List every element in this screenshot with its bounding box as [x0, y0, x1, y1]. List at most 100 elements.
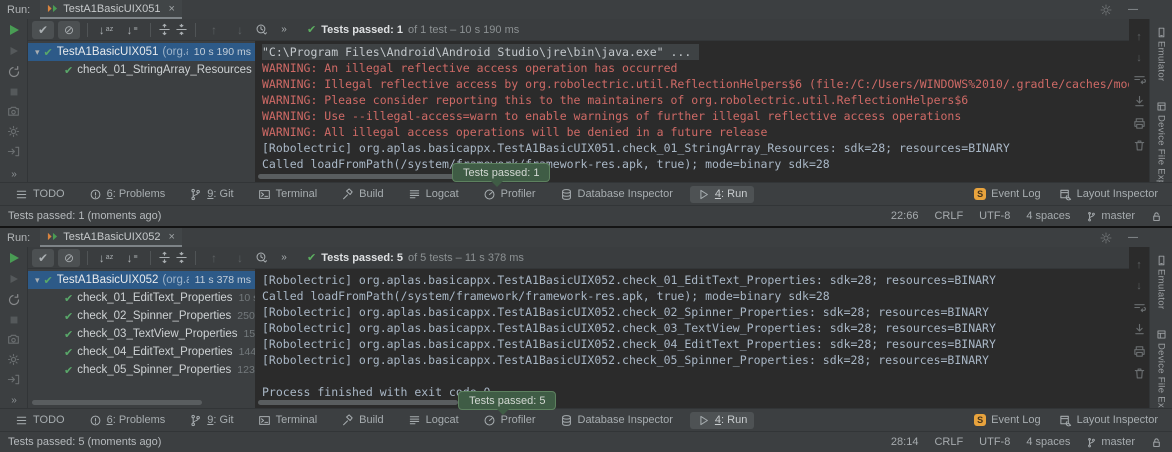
toolwindow-button-database-inspector[interactable]: Database Inspector [553, 186, 680, 203]
run-tab[interactable]: TestA1BasicUIX051 × [40, 0, 182, 19]
more-icon[interactable]: » [11, 395, 16, 406]
sort-by-duration-icon[interactable]: ↓≡ [121, 249, 143, 267]
more-toolbar-icon[interactable]: » [273, 249, 295, 267]
toolwindow-button-problems[interactable]: 6: Problems [82, 412, 173, 429]
show-ignored-icon[interactable]: ⊘ [58, 21, 80, 39]
hide-icon[interactable]: — [1128, 232, 1138, 243]
next-failed-icon[interactable]: ↓ [229, 21, 251, 39]
test-tree-root[interactable]: ▾ ✔ TestA1BasicUIX052 (org.aplas.basica … [28, 271, 255, 289]
toolwindow-button-terminal[interactable]: Terminal [251, 412, 325, 429]
test-tree-item[interactable]: ✔ check_03_TextView_Properties 150 ms [28, 325, 255, 343]
rerun-failed-tests-icon[interactable] [7, 272, 21, 286]
toolwindow-button-profiler[interactable]: Profiler [476, 412, 543, 429]
encoding[interactable]: UTF-8 [979, 436, 1010, 448]
clear-console-icon[interactable] [1133, 139, 1146, 152]
layout-inspector-button[interactable]: Layout Inspector [1059, 412, 1158, 429]
show-passed-icon[interactable]: ✔ [32, 21, 54, 39]
sort-by-duration-icon[interactable]: ↓≡ [121, 21, 143, 39]
console-output[interactable]: [Robolectric] org.aplas.basicappx.TestA1… [256, 269, 1129, 398]
scroll-up-icon[interactable]: ↑ [1136, 31, 1142, 43]
line-ending[interactable]: CRLF [934, 210, 963, 222]
toolwindow-button-database-inspector[interactable]: Database Inspector [553, 412, 680, 429]
toolwindow-button-run[interactable]: 4: Run [690, 412, 754, 429]
git-branch[interactable]: master [1086, 210, 1135, 222]
toolwindow-button-logcat[interactable]: Logcat [401, 186, 466, 203]
test-tree-item[interactable]: ✔ check_04_EditText_Properties 144 ms [28, 343, 255, 361]
console-hscrollbar[interactable] [258, 400, 458, 405]
encoding[interactable]: UTF-8 [979, 210, 1010, 222]
toolwindow-button-problems[interactable]: 6: Problems [82, 186, 173, 203]
toolwindow-button-git[interactable]: 9: Git [182, 412, 240, 429]
rerun-icon[interactable] [7, 251, 21, 265]
close-icon[interactable]: × [168, 231, 174, 243]
layout-inspector-button[interactable]: Layout Inspector [1059, 186, 1158, 203]
toggle-auto-test-icon[interactable] [7, 293, 21, 307]
toolwindow-button-run[interactable]: 4: Run [690, 186, 754, 203]
test-tree-root[interactable]: ▾ ✔ TestA1BasicUIX051 (org.aplas.basica … [28, 43, 255, 61]
more-icon[interactable]: » [11, 169, 16, 180]
run-tab[interactable]: TestA1BasicUIX052 × [40, 228, 182, 247]
more-toolbar-icon[interactable]: » [273, 21, 295, 39]
stripe-emulator[interactable]: Emulator [1156, 255, 1167, 309]
test-history-icon[interactable] [255, 251, 269, 265]
show-ignored-icon[interactable]: ⊘ [58, 249, 80, 267]
previous-failed-icon[interactable]: ↑ [203, 249, 225, 267]
lock-icon[interactable] [1151, 437, 1162, 448]
caret-position[interactable]: 28:14 [891, 436, 919, 448]
close-icon[interactable]: × [168, 3, 174, 15]
collapse-all-icon[interactable] [175, 251, 188, 264]
gear-icon[interactable] [1100, 4, 1112, 16]
chevron-down-icon[interactable]: ▾ [35, 47, 40, 58]
test-settings-icon[interactable] [7, 353, 20, 366]
expand-all-icon[interactable] [158, 23, 171, 36]
test-tree-item[interactable]: ✔ check_02_Spinner_Properties 250 ms [28, 307, 255, 325]
scroll-down-icon[interactable]: ↓ [1136, 52, 1142, 64]
print-icon[interactable] [1133, 117, 1146, 130]
rerun-icon[interactable] [7, 23, 21, 37]
collapse-all-icon[interactable] [175, 23, 188, 36]
clear-console-icon[interactable] [1133, 367, 1146, 380]
lock-icon[interactable] [1151, 211, 1162, 222]
toolwindow-button-git[interactable]: 9: Git [182, 186, 240, 203]
test-tree-item[interactable]: ✔ check_05_Spinner_Properties 123 ms [28, 361, 255, 379]
gear-icon[interactable] [1100, 232, 1112, 244]
test-tree-item[interactable]: ✔ check_01_StringArray_Resources 10 s 19… [28, 61, 255, 79]
console-output[interactable]: "C:\Program Files\Android\Android Studio… [256, 41, 1129, 172]
thread-dump-icon[interactable] [7, 105, 20, 118]
print-icon[interactable] [1133, 345, 1146, 358]
scroll-to-end-icon[interactable] [1133, 95, 1146, 108]
console-hscrollbar[interactable] [258, 174, 458, 179]
test-tree-item[interactable]: ✔ check_01_EditText_Properties 10 s 711 … [28, 289, 255, 307]
stripe-emulator[interactable]: Emulator [1156, 27, 1167, 81]
stop-icon[interactable] [8, 86, 20, 98]
toolwindow-button-logcat[interactable]: Logcat [401, 412, 466, 429]
indent-setting[interactable]: 4 spaces [1026, 210, 1070, 222]
next-failed-icon[interactable]: ↓ [229, 249, 251, 267]
stop-icon[interactable] [8, 314, 20, 326]
scroll-to-end-icon[interactable] [1133, 323, 1146, 336]
event-log-button[interactable]: S Event Log [974, 186, 1041, 202]
scroll-up-icon[interactable]: ↑ [1136, 259, 1142, 271]
show-passed-icon[interactable]: ✔ [32, 249, 54, 267]
event-log-button[interactable]: S Event Log [974, 412, 1041, 428]
rerun-failed-tests-icon[interactable] [7, 44, 21, 58]
test-history-icon[interactable] [255, 23, 269, 37]
git-branch[interactable]: master [1086, 436, 1135, 448]
scroll-down-icon[interactable]: ↓ [1136, 280, 1142, 292]
sort-alphabetically-icon[interactable]: ↓az [95, 249, 117, 267]
soft-wrap-icon[interactable] [1133, 73, 1146, 86]
toolwindow-button-build[interactable]: Build [334, 412, 390, 429]
import-test-results-icon[interactable] [7, 145, 20, 158]
hide-icon[interactable]: — [1128, 4, 1138, 15]
toolwindow-button-profiler[interactable]: Profiler [476, 186, 543, 203]
expand-all-icon[interactable] [158, 251, 171, 264]
toolwindow-button-todo[interactable]: TODO [8, 412, 72, 429]
soft-wrap-icon[interactable] [1133, 301, 1146, 314]
indent-setting[interactable]: 4 spaces [1026, 436, 1070, 448]
toolwindow-button-terminal[interactable]: Terminal [251, 186, 325, 203]
toolwindow-button-build[interactable]: Build [334, 186, 390, 203]
sort-alphabetically-icon[interactable]: ↓az [95, 21, 117, 39]
tree-hscrollbar[interactable] [32, 400, 202, 405]
thread-dump-icon[interactable] [7, 333, 20, 346]
chevron-down-icon[interactable]: ▾ [35, 275, 40, 286]
